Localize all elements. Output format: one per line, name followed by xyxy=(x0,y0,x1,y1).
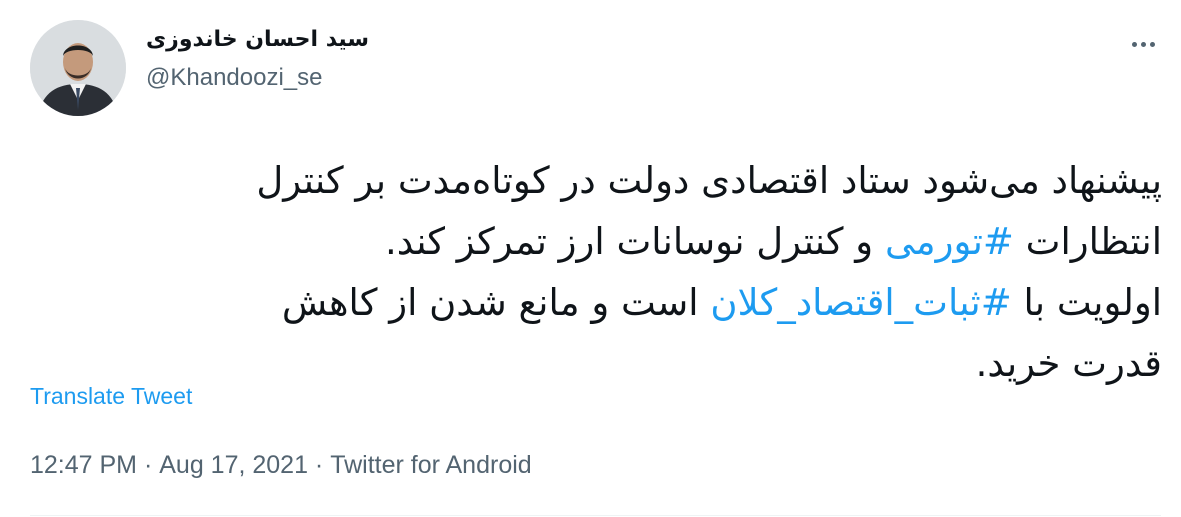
tweet-text-segment: انتظارات xyxy=(1013,220,1162,263)
tweet-text-segment: پیشنهاد می‌شود ستاد اقتصادی دولت در کوتا… xyxy=(256,159,1162,202)
tweet-meta: 12:47 PM · Aug 17, 2021 · Twitter for An… xyxy=(30,451,532,480)
more-dot xyxy=(1131,41,1137,47)
hashtag-link[interactable]: #ثبات_اقتصاد_کلان xyxy=(710,281,1011,324)
tweet-author: سید احسان خاندوزی @Khandoozi_se xyxy=(30,20,369,116)
more-dot xyxy=(1149,41,1155,47)
divider xyxy=(30,515,1161,516)
tweet-card: سید احسان خاندوزی @Khandoozi_se پیشنهاد … xyxy=(0,0,1181,517)
display-name[interactable]: سید احسان خاندوزی xyxy=(146,25,369,55)
hashtag-link[interactable]: #تورمی xyxy=(885,220,1014,263)
tweet-time[interactable]: 12:47 PM xyxy=(30,451,137,480)
tweet-source[interactable]: Twitter for Android xyxy=(330,451,531,480)
user-handle[interactable]: @Khandoozi_se xyxy=(146,63,369,93)
tweet-text-segment: است و مانع شدن از کاهش xyxy=(281,281,711,324)
tweet-line: اولویت با #ثبات_اقتصاد_کلان است و مانع ش… xyxy=(30,272,1162,333)
more-dot xyxy=(1140,41,1146,47)
tweet-text-segment: و کنترل نوسانات ارز تمرکز کند. xyxy=(385,220,885,263)
meta-separator: · xyxy=(137,451,160,479)
profile-photo-icon xyxy=(30,20,126,116)
tweet-text-segment: اولویت با xyxy=(1011,281,1162,324)
meta-separator: · xyxy=(307,451,331,479)
tweet-line: قدرت خرید. xyxy=(30,333,1162,394)
tweet-line: انتظارات #تورمی و کنترل نوسانات ارز تمرک… xyxy=(30,211,1162,272)
translate-tweet-link[interactable]: Translate Tweet xyxy=(30,383,192,410)
more-options-icon[interactable] xyxy=(1127,30,1159,58)
tweet-line: پیشنهاد می‌شود ستاد اقتصادی دولت در کوتا… xyxy=(30,150,1162,211)
tweet-text: پیشنهاد می‌شود ستاد اقتصادی دولت در کوتا… xyxy=(30,150,1162,394)
tweet-date[interactable]: Aug 17, 2021 xyxy=(159,451,308,480)
avatar[interactable] xyxy=(30,20,126,116)
author-names: سید احسان خاندوزی @Khandoozi_se xyxy=(146,27,369,93)
tweet-text-segment: قدرت خرید. xyxy=(975,342,1162,385)
